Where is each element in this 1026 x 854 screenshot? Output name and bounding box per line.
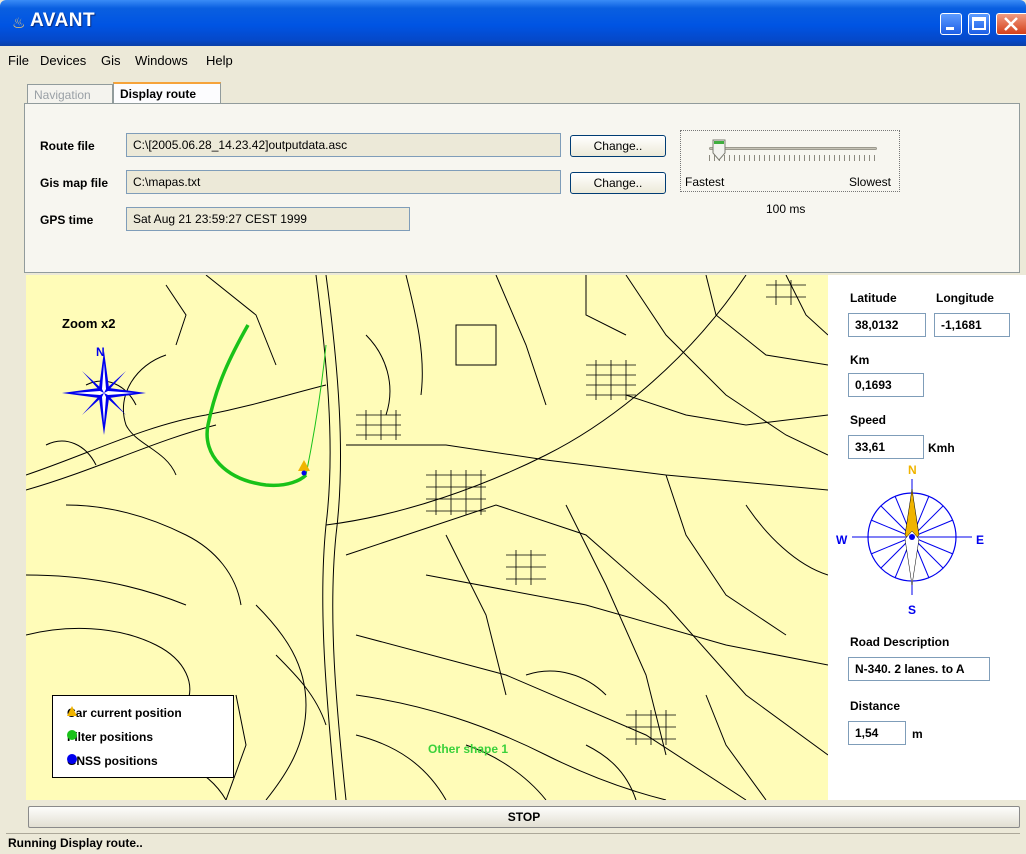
gis-map-file-label: Gis map file bbox=[40, 176, 109, 190]
tab-navigation[interactable]: Navigation bbox=[27, 84, 113, 104]
gis-map-view[interactable]: Zoom x2 N Other shape 1 Car current posi… bbox=[26, 275, 828, 800]
road-description-field: N-340. 2 lanes. to A bbox=[848, 657, 990, 681]
gps-time-field: Sat Aug 21 23:59:27 CEST 1999 bbox=[126, 207, 410, 231]
window-title: AVANT bbox=[30, 10, 96, 31]
menu-windows[interactable]: Windows bbox=[135, 53, 188, 68]
tab-display-route[interactable]: Display route bbox=[113, 82, 221, 104]
gis-map-file-field[interactable]: C:\mapas.txt bbox=[126, 170, 561, 194]
map-legend: Car current position Filter positions GN… bbox=[52, 695, 234, 778]
menu-file[interactable]: File bbox=[8, 53, 29, 68]
longitude-field: -1,1681 bbox=[934, 313, 1010, 337]
zoom-label: Zoom x2 bbox=[62, 316, 116, 331]
longitude-label: Longitude bbox=[936, 291, 994, 305]
compass-rose-icon bbox=[62, 351, 146, 435]
speed-label: Speed bbox=[850, 413, 887, 427]
compass-s-label: S bbox=[908, 603, 917, 617]
road-description-label: Road Description bbox=[850, 635, 950, 649]
compass-w-label: W bbox=[836, 533, 848, 547]
filter-route-line bbox=[205, 324, 308, 488]
legend-label: Car current position bbox=[67, 706, 182, 720]
title-bar: ♨ AVANT bbox=[0, 0, 1026, 46]
legend-gnss-positions: GNSS positions bbox=[67, 754, 158, 768]
compass-n-label: N bbox=[908, 463, 917, 477]
status-bar: Running Display route.. bbox=[0, 832, 1026, 854]
blue-dot-icon bbox=[67, 754, 77, 764]
speed-slider-ticks bbox=[709, 155, 879, 161]
speed-unit-label: Kmh bbox=[928, 441, 955, 455]
status-separator bbox=[6, 833, 1020, 834]
speed-slider-thumb[interactable] bbox=[712, 139, 726, 161]
menu-bar: File Devices Gis Windows Help bbox=[0, 48, 1026, 74]
other-shape-label: Other shape 1 bbox=[428, 742, 509, 756]
km-field: 0,1693 bbox=[848, 373, 924, 397]
route-file-label: Route file bbox=[40, 139, 95, 153]
stop-button[interactable]: STOP bbox=[28, 806, 1020, 828]
latitude-label: Latitude bbox=[850, 291, 897, 305]
gnss-route-line bbox=[305, 344, 327, 476]
km-label: Km bbox=[850, 353, 870, 367]
legend-label: GNSS positions bbox=[67, 754, 158, 768]
speed-slider-track[interactable] bbox=[709, 147, 877, 150]
menu-gis[interactable]: Gis bbox=[101, 53, 121, 68]
maximize-icon bbox=[972, 17, 986, 30]
distance-unit-label: m bbox=[912, 727, 923, 741]
speed-field: 33,61 bbox=[848, 435, 924, 459]
speed-min-label: Fastest bbox=[685, 175, 725, 189]
close-icon bbox=[1004, 17, 1018, 31]
status-text: Running Display route.. bbox=[8, 836, 143, 850]
green-dot-icon bbox=[67, 730, 77, 740]
latitude-field: 38,0132 bbox=[848, 313, 926, 337]
compass-e-label: E bbox=[976, 533, 985, 547]
speed-slider-group: Fastest Slowest bbox=[680, 130, 900, 192]
distance-label: Distance bbox=[850, 699, 901, 713]
java-cup-icon: ♨ bbox=[12, 15, 26, 32]
change-gis-map-file-button[interactable]: Change.. bbox=[570, 172, 666, 194]
legend-label: Filter positions bbox=[67, 730, 154, 744]
triangle-icon bbox=[67, 706, 77, 716]
legend-car-position: Car current position bbox=[67, 706, 182, 720]
menu-devices[interactable]: Devices bbox=[40, 53, 86, 68]
minimize-button[interactable] bbox=[940, 13, 962, 35]
change-route-file-button[interactable]: Change.. bbox=[570, 135, 666, 157]
minimize-icon bbox=[946, 27, 954, 30]
position-info-panel: Latitude Longitude 38,0132 -1,1681 Km 0,… bbox=[828, 275, 1026, 800]
distance-field: 1,54 bbox=[848, 721, 906, 745]
speed-max-label: Slowest bbox=[849, 175, 892, 189]
speed-value-label: 100 ms bbox=[766, 202, 806, 216]
compass-rose-north-label: N bbox=[96, 345, 105, 359]
route-file-field[interactable]: C:\[2005.06.28_14.23.42]outputdata.asc bbox=[126, 133, 561, 157]
legend-filter-positions: Filter positions bbox=[67, 730, 153, 744]
close-button[interactable] bbox=[996, 13, 1026, 35]
gnss-position-marker bbox=[301, 470, 307, 476]
maximize-button[interactable] bbox=[968, 13, 990, 35]
menu-help[interactable]: Help bbox=[206, 53, 233, 68]
gps-time-label: GPS time bbox=[40, 213, 94, 227]
